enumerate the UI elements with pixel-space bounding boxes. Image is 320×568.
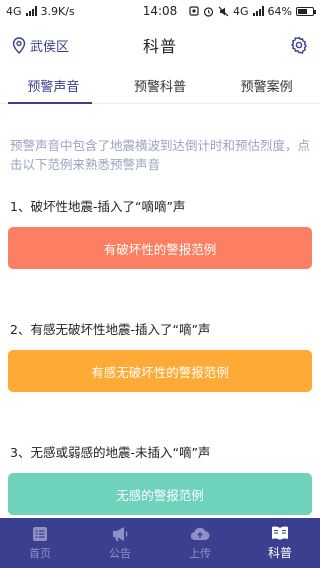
section-unfelt: 3、无感或弱感的地震-未插入“嘀”声 无感的警报范例: [8, 442, 312, 515]
location-pin-icon: [12, 37, 26, 54]
signal-icon: [25, 6, 37, 16]
cloud-upload-icon: [190, 527, 210, 540]
section-felt-nondestructive: 2、有感无破坏性地震-插入了“嘀”声 有感无破坏性的警报范例: [8, 319, 312, 392]
network-label: 4G: [6, 4, 22, 18]
location-label: 武侯区: [30, 40, 70, 55]
section-title: 1、破坏性地震-插入了“嘀嘀”声: [10, 199, 186, 214]
alarm-icon: [203, 6, 214, 17]
nav-item-upload[interactable]: 上传: [160, 518, 240, 568]
nav-item-science[interactable]: 科普: [240, 518, 320, 568]
megaphone-icon: [113, 526, 128, 541]
tab-bar: 预警声音 预警科普 预警案例: [0, 68, 320, 104]
battery-icon: [296, 6, 316, 16]
network-speed: 3.9K/s: [40, 4, 75, 18]
privacy-icon: [189, 6, 199, 16]
location-selector[interactable]: 武侯区: [12, 36, 69, 55]
tab-label: 预警声音: [27, 80, 80, 95]
signal-right-icon: [252, 6, 264, 16]
section-title: 3、无感或弱感的地震-未插入“嘀”声: [10, 445, 211, 460]
status-left: 4G 3.9K/s: [6, 5, 75, 18]
nav-label: 科普: [267, 546, 292, 560]
section-title: 2、有感无破坏性地震-插入了“嘀”声: [10, 322, 211, 337]
tab-label: 预警案例: [240, 80, 293, 95]
list-icon: [33, 526, 47, 541]
book-icon: [272, 526, 288, 540]
battery-label: 64%: [267, 4, 292, 18]
nav-label: 首页: [29, 546, 51, 560]
tab-warning-cases[interactable]: 预警案例: [213, 68, 320, 103]
settings-icon[interactable]: [290, 36, 308, 54]
nav-label: 上传: [189, 546, 211, 560]
status-bar: 4G 3.9K/s 14:08 4G 64%: [0, 0, 320, 22]
app-header: 武侯区 科普: [0, 22, 320, 68]
network-right-label: 4G: [233, 4, 249, 18]
tab-warning-science[interactable]: 预警科普: [107, 68, 214, 103]
destructive-alert-sample-button[interactable]: 有破坏性的警报范例: [8, 227, 312, 269]
nav-label: 公告: [109, 546, 131, 560]
mute-icon: [218, 6, 229, 16]
bottom-nav: 首页 公告 上传 科普: [0, 518, 320, 568]
tab-label: 预警科普: [134, 80, 187, 95]
page-title: 科普: [142, 37, 177, 56]
status-right: 4G 64%: [189, 4, 316, 18]
section-destructive: 1、破坏性地震-插入了“嘀嘀”声 有破坏性的警报范例: [8, 196, 312, 269]
unfelt-alert-sample-button[interactable]: 无感的警报范例: [8, 473, 312, 515]
tab-warning-sound[interactable]: 预警声音: [0, 68, 107, 104]
nav-item-home[interactable]: 首页: [0, 518, 80, 568]
nav-item-notice[interactable]: 公告: [80, 518, 160, 568]
intro-text: 预警声音中包含了地震横波到达倒计时和预估烈度，点击以下范例来熟悉预警声音: [10, 138, 311, 172]
felt-alert-sample-button[interactable]: 有感无破坏性的警报范例: [8, 350, 312, 392]
